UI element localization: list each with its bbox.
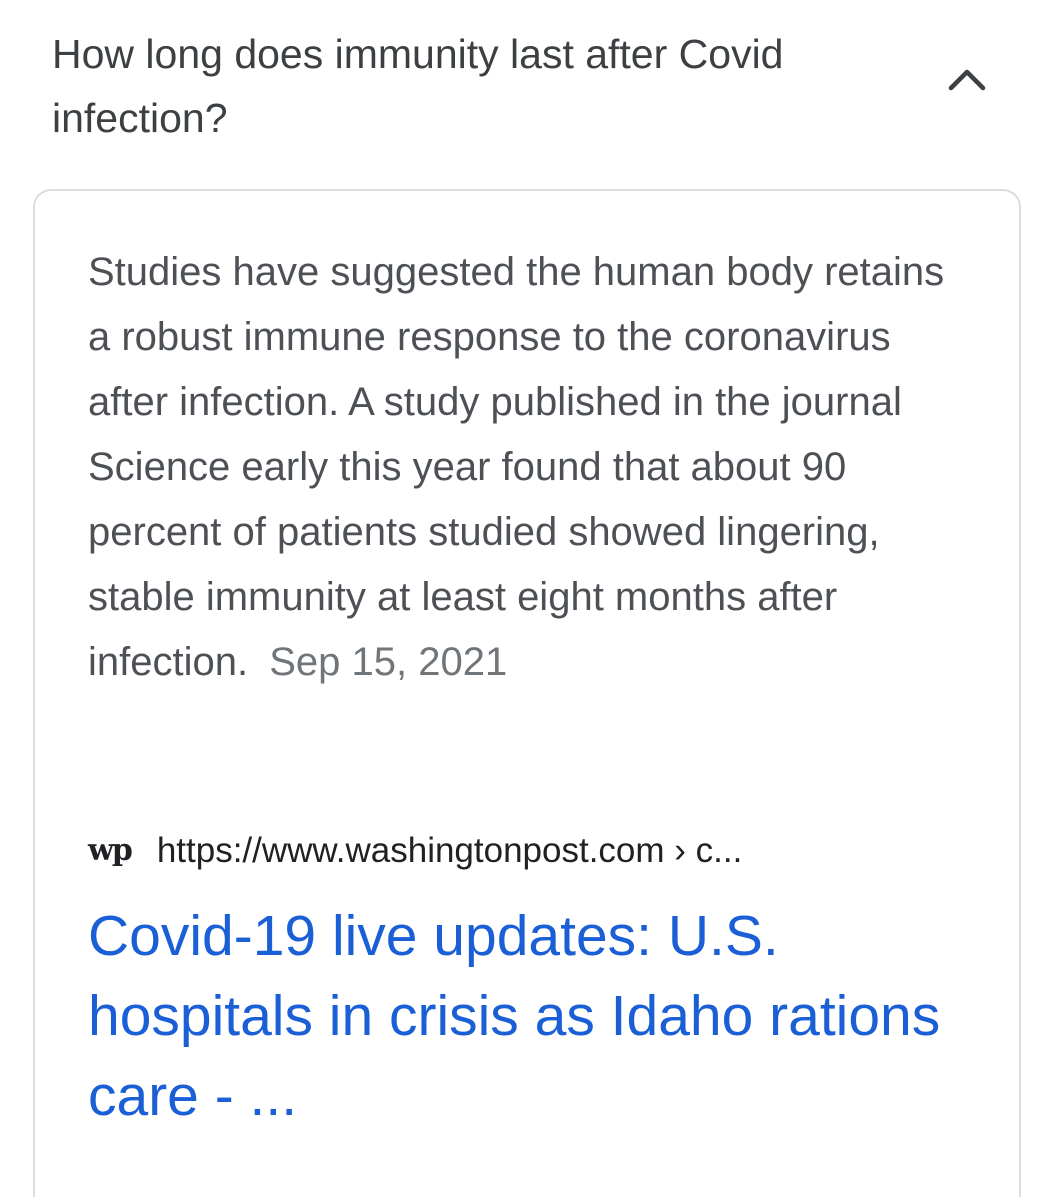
result-title-link[interactable]: Covid-19 live updates: U.S. hospitals in… — [88, 896, 988, 1136]
answer-date: Sep 15, 2021 — [269, 640, 508, 684]
washington-post-logo-icon: wp — [88, 833, 133, 868]
faq-question-row[interactable]: How long does immunity last after Covid … — [52, 22, 952, 152]
chevron-up-icon[interactable] — [947, 64, 987, 94]
answer-text: Studies have suggested the human body re… — [88, 250, 945, 684]
faq-question[interactable]: How long does immunity last after Covid … — [52, 22, 912, 150]
source-url[interactable]: https://www.washingtonpost.com › c... — [157, 826, 743, 876]
answer-snippet: Studies have suggested the human body re… — [88, 240, 968, 695]
source-row[interactable]: wp https://www.washingtonpost.com › c... — [88, 826, 968, 876]
